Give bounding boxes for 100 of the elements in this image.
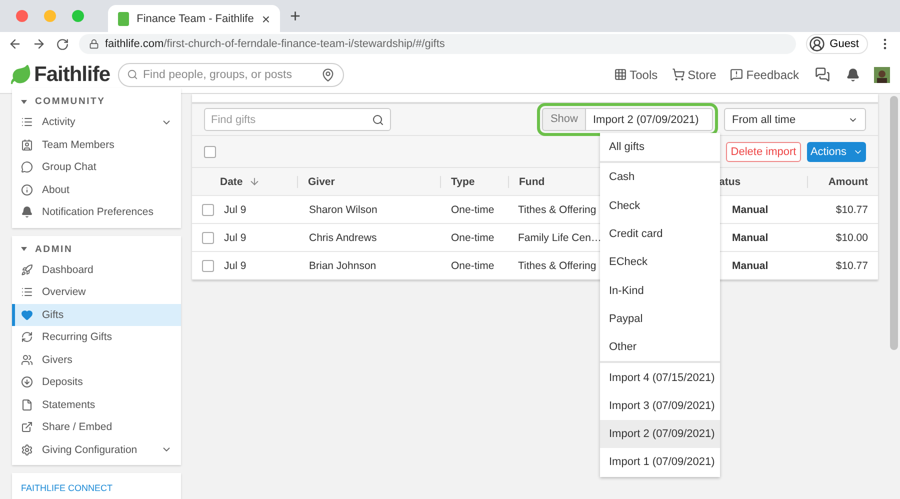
collapse-caret-icon[interactable] — [21, 247, 27, 251]
table-cell-text: Manual — [731, 232, 770, 244]
search-icon[interactable] — [372, 114, 384, 126]
info-icon — [21, 184, 33, 196]
sidebar-item[interactable]: Overview — [12, 281, 181, 304]
avatar-icon[interactable] — [874, 66, 890, 82]
header-link[interactable]: Feedback — [730, 68, 799, 82]
people-icon — [21, 354, 33, 366]
menu-item[interactable]: Import 1 (07/09/2021) — [600, 448, 720, 477]
tab-close-button[interactable]: × — [262, 10, 270, 26]
menu-item[interactable]: In-Kind — [600, 276, 720, 305]
menu-item[interactable]: Import 4 (07/15/2021) — [600, 363, 720, 392]
header-link[interactable]: Tools — [614, 68, 658, 82]
sidebar-item[interactable]: Share / Embed — [12, 416, 181, 438]
sidebar-item[interactable]: Givers — [12, 348, 181, 371]
browser-tab[interactable]: Finance Team - Faithlife × — [108, 5, 280, 32]
location-pin-icon[interactable] — [321, 68, 335, 82]
new-tab-button[interactable]: + — [290, 6, 301, 26]
column-header[interactable]: atus — [719, 176, 807, 188]
sidebar-item[interactable]: Team Members — [12, 134, 181, 156]
column-header[interactable]: Date — [220, 176, 297, 188]
row-checkbox[interactable] — [202, 204, 214, 216]
sort-arrow-icon — [248, 176, 260, 187]
menu-item[interactable]: Paypal — [600, 304, 720, 334]
back-icon[interactable] — [8, 37, 22, 51]
column-header[interactable]: Giver — [297, 176, 440, 188]
sidebar-item[interactable]: Group Chat — [12, 156, 181, 178]
collapse-caret-icon[interactable] — [21, 100, 27, 104]
column-header[interactable]: Type — [440, 176, 508, 188]
search-field[interactable]: Find people, groups, or posts — [118, 62, 344, 86]
scrollbar-thumb[interactable] — [890, 96, 898, 350]
table-cell-text: Jul 9 — [223, 232, 248, 244]
actions-button[interactable]: Actions — [807, 142, 866, 162]
lock-icon — [89, 39, 99, 49]
section-header[interactable]: COMMUNITY — [12, 92, 181, 111]
rocket-icon — [21, 264, 33, 276]
bell-icon[interactable] — [846, 68, 860, 82]
external-link-icon — [21, 421, 33, 434]
table-cell-text: Jul 9 — [223, 204, 248, 216]
table-cell-text: Family Life Cen… — [517, 232, 601, 244]
table-cell-text: Sharon Wilson — [308, 204, 378, 216]
contact-card-icon — [21, 138, 33, 151]
sidebar-item[interactable]: Gifts — [12, 304, 181, 326]
grid-icon — [614, 68, 627, 81]
download-icon — [21, 376, 33, 388]
row-checkbox[interactable] — [202, 260, 214, 272]
delete-import-button[interactable]: Delete import — [726, 142, 801, 162]
sidebar-item[interactable]: Recurring Gifts — [12, 326, 181, 348]
document-icon — [21, 398, 33, 411]
menu-item[interactable]: ECheck — [600, 248, 720, 276]
sidebar-item[interactable]: Dashboard — [12, 258, 181, 281]
sidebar-item[interactable]: Activity — [12, 111, 181, 134]
table-cell-text: Chris Andrews — [308, 232, 378, 244]
search-icon — [127, 69, 138, 80]
table-cell-text: Brian Johnson — [308, 260, 378, 272]
table-cell-text: Manual — [731, 260, 770, 272]
sidebar-item[interactable]: Notification Preferences — [12, 201, 181, 224]
bell-icon — [21, 206, 33, 218]
table-cell-text: Tithes & Offering — [517, 260, 598, 272]
row-checkbox[interactable] — [202, 232, 214, 244]
messages-icon[interactable] — [815, 67, 830, 82]
table-cell-text: Tithes & Offering — [517, 204, 598, 216]
table-cell-text: Manual — [731, 204, 770, 216]
reload-icon[interactable] — [56, 38, 69, 50]
date-range-select[interactable]: From all time — [724, 108, 866, 131]
feedback-icon — [730, 68, 744, 81]
import-select[interactable]: Import 2 (07/09/2021) — [585, 108, 713, 131]
menu-item[interactable]: Import 2 (07/09/2021) — [600, 420, 720, 448]
sidebar-item[interactable]: Deposits — [12, 371, 181, 394]
show-label: Show — [542, 108, 585, 131]
column-header[interactable]: Amount — [807, 176, 878, 188]
heart-icon — [21, 308, 33, 321]
menu-item[interactable]: Check — [600, 192, 720, 220]
cart-icon — [672, 68, 685, 81]
refresh-icon — [21, 331, 33, 344]
table-cell-text: One-time — [450, 260, 496, 272]
settings-icon — [21, 444, 33, 456]
menu-item[interactable]: All gifts — [600, 133, 720, 162]
sidebar-item[interactable]: Statements — [12, 394, 181, 416]
sidebar-item[interactable]: Giving Configuration — [12, 438, 181, 461]
menu-item[interactable]: Credit card — [600, 220, 720, 248]
menu-item[interactable]: Cash — [600, 163, 720, 192]
profile-button[interactable]: Guest — [806, 34, 868, 54]
address-bar[interactable]: faithlife.com/first-church-of-ferndale-finance-team-i/stewardship/#/gifts — [79, 34, 796, 54]
header-link[interactable]: Store — [672, 68, 716, 82]
sidebar-item[interactable]: About — [12, 178, 181, 201]
table-cell-text: One-time — [450, 232, 496, 244]
menu-item[interactable]: Other — [600, 333, 720, 362]
favicon-icon — [118, 12, 129, 26]
faithlife-logo[interactable]: Faithlife — [10, 62, 118, 86]
select-all-checkbox[interactable] — [204, 146, 216, 158]
table-cell-text: $10.77 — [834, 260, 869, 272]
menu-item[interactable]: Import 3 (07/09/2021) — [600, 392, 720, 420]
chat-icon — [21, 161, 33, 174]
table-cell-text: Jul 9 — [223, 260, 248, 272]
table-cell-text: $10.77 — [834, 204, 869, 216]
section-header[interactable]: ADMIN — [12, 240, 181, 258]
table-cell-text: One-time — [450, 204, 496, 216]
forward-icon[interactable] — [32, 37, 46, 51]
user-icon — [808, 36, 825, 52]
